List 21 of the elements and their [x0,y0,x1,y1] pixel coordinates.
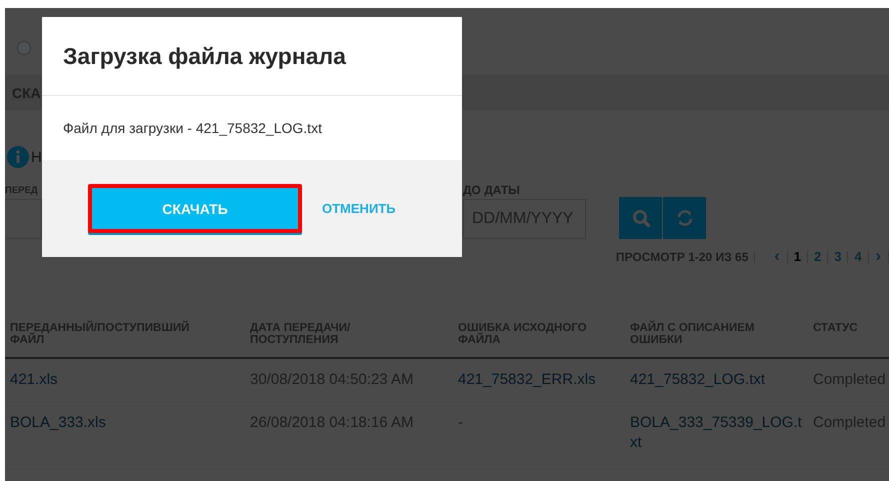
page-link[interactable]: 1 [788,251,808,263]
file-link[interactable]: 421_75832_LOG.txt [625,359,808,402]
file-link[interactable]: BOLA_333.xls [5,402,245,465]
radio-button[interactable] [17,41,31,55]
refresh-button[interactable] [663,197,706,239]
file-link[interactable]: BOLA_333_75339_LOG.txt [625,402,808,465]
next-page-link[interactable]: › [868,251,889,263]
file-link[interactable]: 421.xls [5,359,245,402]
cancel-link[interactable]: ОТМЕНИТЬ [322,201,396,216]
search-button[interactable] [619,197,662,239]
table-cell: - [453,402,625,465]
dialog-title: Загрузка файла журнала [63,42,346,70]
page-link[interactable]: 3 [828,251,848,263]
page-link[interactable]: 4 [848,251,869,263]
search-icon [632,209,650,227]
dialog-message: Файл для загрузки - 421_75832_LOG.txt [63,120,322,136]
page-link[interactable]: 2 [808,251,828,263]
download-button[interactable]: СКАЧАТЬ [88,184,302,233]
previous-page-link[interactable]: ‹ [767,251,788,263]
file-link[interactable]: 421_75832_ERR.xls [453,359,625,402]
refresh-icon [676,209,694,227]
